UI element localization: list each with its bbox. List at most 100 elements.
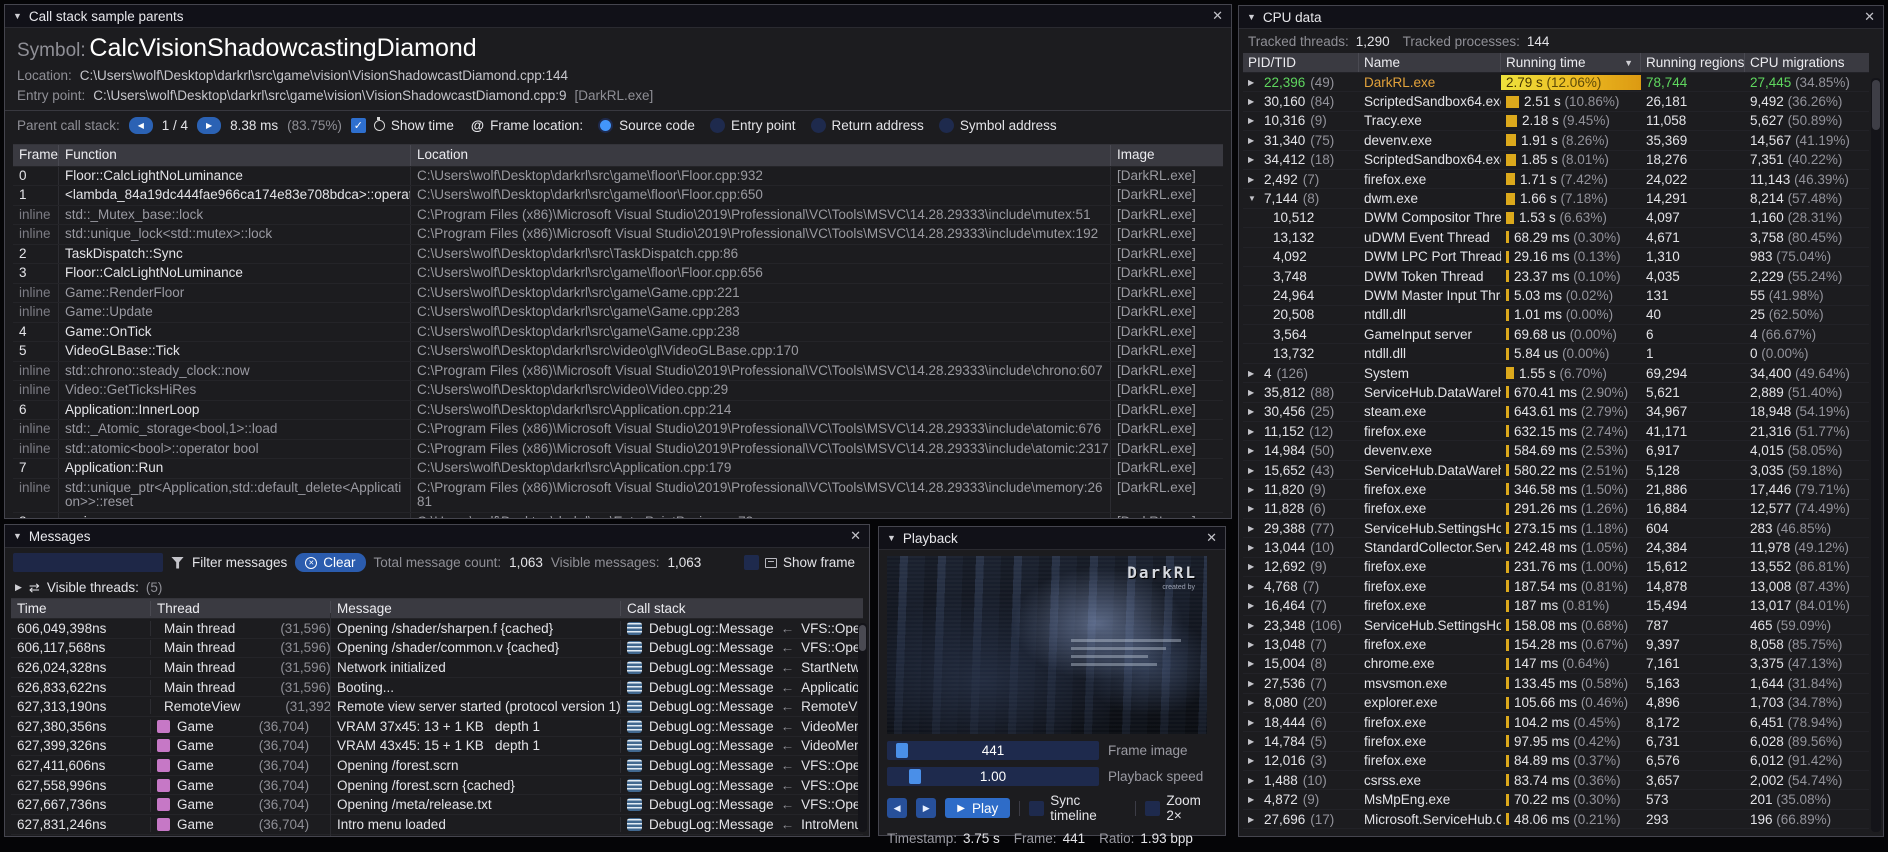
function-name[interactable]: std::atomic<bool>::operator bool	[59, 440, 411, 459]
cpu-row[interactable]: ▶ 4 (126) System 1.55 s (6.70%) 69,294 3…	[1243, 364, 1869, 383]
visible-threads-row[interactable]: ▶ ⇄ Visible threads: (5)	[5, 577, 869, 598]
message-callstack[interactable]: DebugLog::Message ← VFS::Open	[621, 621, 863, 636]
function-name[interactable]: Application::InnerLoop	[59, 401, 411, 420]
expander-icon[interactable]: ▶	[1248, 601, 1259, 610]
cpu-row[interactable]: 3,564 GameInput server 69.68 us (0.00%) …	[1243, 325, 1869, 344]
messages-titlebar[interactable]: ▼ Messages ✕	[5, 525, 869, 548]
clear-button[interactable]: ✕ Clear	[295, 553, 365, 572]
message-callstack[interactable]: DebugLog::Message ← IntroMenu::	[621, 817, 863, 832]
radio-icon[interactable]	[811, 118, 826, 133]
zoom-2x-checkbox[interactable]: Zoom 2×	[1145, 793, 1217, 823]
scrollbar-thumb[interactable]	[859, 625, 866, 651]
checkbox-icon[interactable]	[1145, 801, 1160, 816]
expander-icon[interactable]: ▶	[1248, 407, 1259, 416]
cpu-row[interactable]: 13,132 uDWM Event Thread 68.29 ms (0.30%…	[1243, 228, 1869, 247]
function-name[interactable]: TaskDispatch::Sync	[59, 245, 411, 264]
checkbox-checked-icon[interactable]: ✓	[351, 118, 366, 133]
cpu-row[interactable]: 13,732 ntdll.dll 5.84 us (0.00%) 1 0 (0.…	[1243, 344, 1869, 363]
expander-icon[interactable]: ▶	[1248, 737, 1259, 746]
callstack-list-icon[interactable]	[627, 818, 642, 831]
expander-icon[interactable]: ▶	[1248, 756, 1259, 765]
function-name[interactable]: std::_Mutex_base::lock	[59, 206, 411, 225]
call-stack-row[interactable]: 2 TaskDispatch::Sync C:\Users\wolf\Deskt…	[13, 245, 1223, 265]
cpu-row[interactable]: ▶ 31,340 (75) devenv.exe 1.91 s (8.26%) …	[1243, 131, 1869, 150]
cpu-row[interactable]: 20,508 ntdll.dll 1.01 ms (0.00%) 40 25 (…	[1243, 306, 1869, 325]
function-name[interactable]: std::_Atomic_storage<bool,1>::load	[59, 420, 411, 439]
cpu-row[interactable]: ▶ 18,444 (6) firefox.exe 104.2 ms (0.45%…	[1243, 713, 1869, 732]
expander-icon[interactable]: ▶	[1248, 175, 1259, 184]
message-row[interactable]: 627,667,736ns Game (36,704) Opening /met…	[11, 795, 863, 815]
speed-slider[interactable]: 1.00	[887, 767, 1099, 786]
cpu-row[interactable]: 3,748 DWM Token Thread 23.37 ms (0.10%) …	[1243, 267, 1869, 286]
expander-icon[interactable]: ▶	[1248, 795, 1259, 804]
message-row[interactable]: 627,313,190ns RemoteView (31,392) Remote…	[11, 697, 863, 717]
expander-icon[interactable]: ▶	[1248, 776, 1259, 785]
callstack-list-icon[interactable]	[627, 759, 642, 772]
function-name[interactable]: Game::RenderFloor	[59, 284, 411, 303]
show-time-checkbox[interactable]: ✓ Show time	[351, 118, 454, 133]
cpu-row[interactable]: ▶ 10,316 (9) Tracy.exe 2.18 s (9.45%) 11…	[1243, 112, 1869, 131]
col-header-name[interactable]: Name	[1359, 53, 1501, 72]
close-icon[interactable]: ✕	[1212, 8, 1223, 24]
collapse-icon[interactable]: ▼	[1247, 12, 1256, 22]
cpu-row[interactable]: ▶ 22,396 (49) DarkRL.exe 2.79 s (12.06%)…	[1243, 73, 1869, 92]
cpu-row[interactable]: ▶ 8,080 (20) explorer.exe 105.66 ms (0.4…	[1243, 694, 1869, 713]
cpu-row[interactable]: ▶ 16,464 (7) firefox.exe 187 ms (0.81%) …	[1243, 597, 1869, 616]
message-row[interactable]: 627,831,246ns Game (36,704) Intro menu l…	[11, 815, 863, 835]
cpu-row[interactable]: ▶ 27,696 (17) Microsoft.ServiceHub.Co 48…	[1243, 810, 1869, 829]
call-stack-row[interactable]: inline Game::RenderFloor C:\Users\wolf\D…	[13, 284, 1223, 304]
call-stack-row[interactable]: inline std::atomic<bool>::operator bool …	[13, 440, 1223, 460]
function-name[interactable]: std::chrono::steady_clock::now	[59, 362, 411, 381]
callstack-list-icon[interactable]	[627, 641, 642, 654]
cpu-row[interactable]: ▼ 7,144 (8) dwm.exe 1.66 s (7.18%) 14,29…	[1243, 189, 1869, 208]
message-callstack[interactable]: DebugLog::Message ← VFS::Open	[621, 640, 863, 655]
playback-titlebar[interactable]: ▼ Playback ✕	[879, 527, 1225, 550]
call-stack-row[interactable]: 6 Application::InnerLoop C:\Users\wolf\D…	[13, 401, 1223, 421]
function-name[interactable]: std::unique_ptr<Application,std::default…	[59, 479, 411, 512]
expand-arrow-icon[interactable]: ▶	[15, 582, 22, 593]
expander-icon[interactable]: ▶	[1248, 466, 1259, 475]
expander-icon[interactable]: ▶	[1248, 78, 1259, 87]
message-callstack[interactable]: DebugLog::Message ← Application:	[621, 680, 863, 695]
call-stack-row[interactable]: inline std::_Mutex_base::lock C:\Program…	[13, 206, 1223, 226]
col-header-running-regions[interactable]: Running regions	[1641, 53, 1745, 72]
show-frame-checkbox[interactable]: Show frame	[744, 555, 855, 570]
expander-icon[interactable]: ▶	[1248, 485, 1259, 494]
message-callstack[interactable]: DebugLog::Message ← StartNetwo	[621, 660, 863, 675]
cpu-row[interactable]: 4,092 DWM LPC Port Thread 29.16 ms (0.13…	[1243, 248, 1869, 267]
collapse-icon[interactable]: ▼	[887, 533, 896, 543]
cpu-row[interactable]: ▶ 1,488 (10) csrss.exe 83.74 ms (0.36%) …	[1243, 771, 1869, 790]
callstack-list-icon[interactable]	[627, 798, 642, 811]
expander-icon[interactable]: ▶	[1248, 718, 1259, 727]
call-stack-row[interactable]: inline Game::Update C:\Users\wolf\Deskto…	[13, 303, 1223, 323]
close-icon[interactable]: ✕	[1206, 530, 1217, 546]
expander-icon[interactable]: ▶	[1248, 388, 1259, 397]
cpu-row[interactable]: ▶ 4,872 (9) MsMpEng.exe 70.22 ms (0.30%)…	[1243, 790, 1869, 809]
expander-icon[interactable]: ▶	[1248, 659, 1259, 668]
function-name[interactable]: Video::GetTicksHiRes	[59, 381, 411, 400]
call-stack-row[interactable]: 1 <lambda_84a19dc444fae966ca174e83e708bd…	[13, 186, 1223, 206]
call-stack-row[interactable]: 8 main C:\Users\wolf\Desktop\darkrl\src\…	[13, 513, 1223, 519]
call-stack-row[interactable]: inline std::chrono::steady_clock::now C:…	[13, 362, 1223, 382]
cpu-row[interactable]: ▶ 29,388 (77) ServiceHub.SettingsHost 27…	[1243, 519, 1869, 538]
cpu-row[interactable]: ▶ 30,160 (84) ScriptedSandbox64.exe 2.51…	[1243, 92, 1869, 111]
callstack-list-icon[interactable]	[627, 720, 642, 733]
function-name[interactable]: std::unique_lock<std::mutex>::lock	[59, 225, 411, 244]
frame-location-radio[interactable]: Symbol address	[939, 118, 1057, 133]
message-row[interactable]: 627,399,326ns Game (36,704) VRAM 43x45: …	[11, 737, 863, 757]
cpu-row[interactable]: ▶ 4,768 (7) firefox.exe 187.54 ms (0.81%…	[1243, 577, 1869, 596]
function-name[interactable]: Game::OnTick	[59, 323, 411, 342]
cpu-row[interactable]: ▶ 11,828 (6) firefox.exe 291.26 ms (1.26…	[1243, 500, 1869, 519]
expander-icon[interactable]: ▶	[1248, 621, 1259, 630]
cpu-row[interactable]: ▶ 27,536 (7) msvsmon.exe 133.45 ms (0.58…	[1243, 674, 1869, 693]
close-icon[interactable]: ✕	[1864, 9, 1875, 25]
expander-icon[interactable]: ▼	[1248, 194, 1259, 203]
prev-call-stack-button[interactable]: ◀	[129, 117, 153, 134]
callstack-list-icon[interactable]	[627, 681, 642, 694]
radio-icon[interactable]	[598, 118, 613, 133]
callstack-list-icon[interactable]	[627, 622, 642, 635]
expander-icon[interactable]: ▶	[1248, 582, 1259, 591]
frame-location-radio[interactable]: Source code	[598, 118, 695, 133]
function-name[interactable]: Application::Run	[59, 459, 411, 478]
frame-slider[interactable]: 441	[887, 741, 1099, 760]
